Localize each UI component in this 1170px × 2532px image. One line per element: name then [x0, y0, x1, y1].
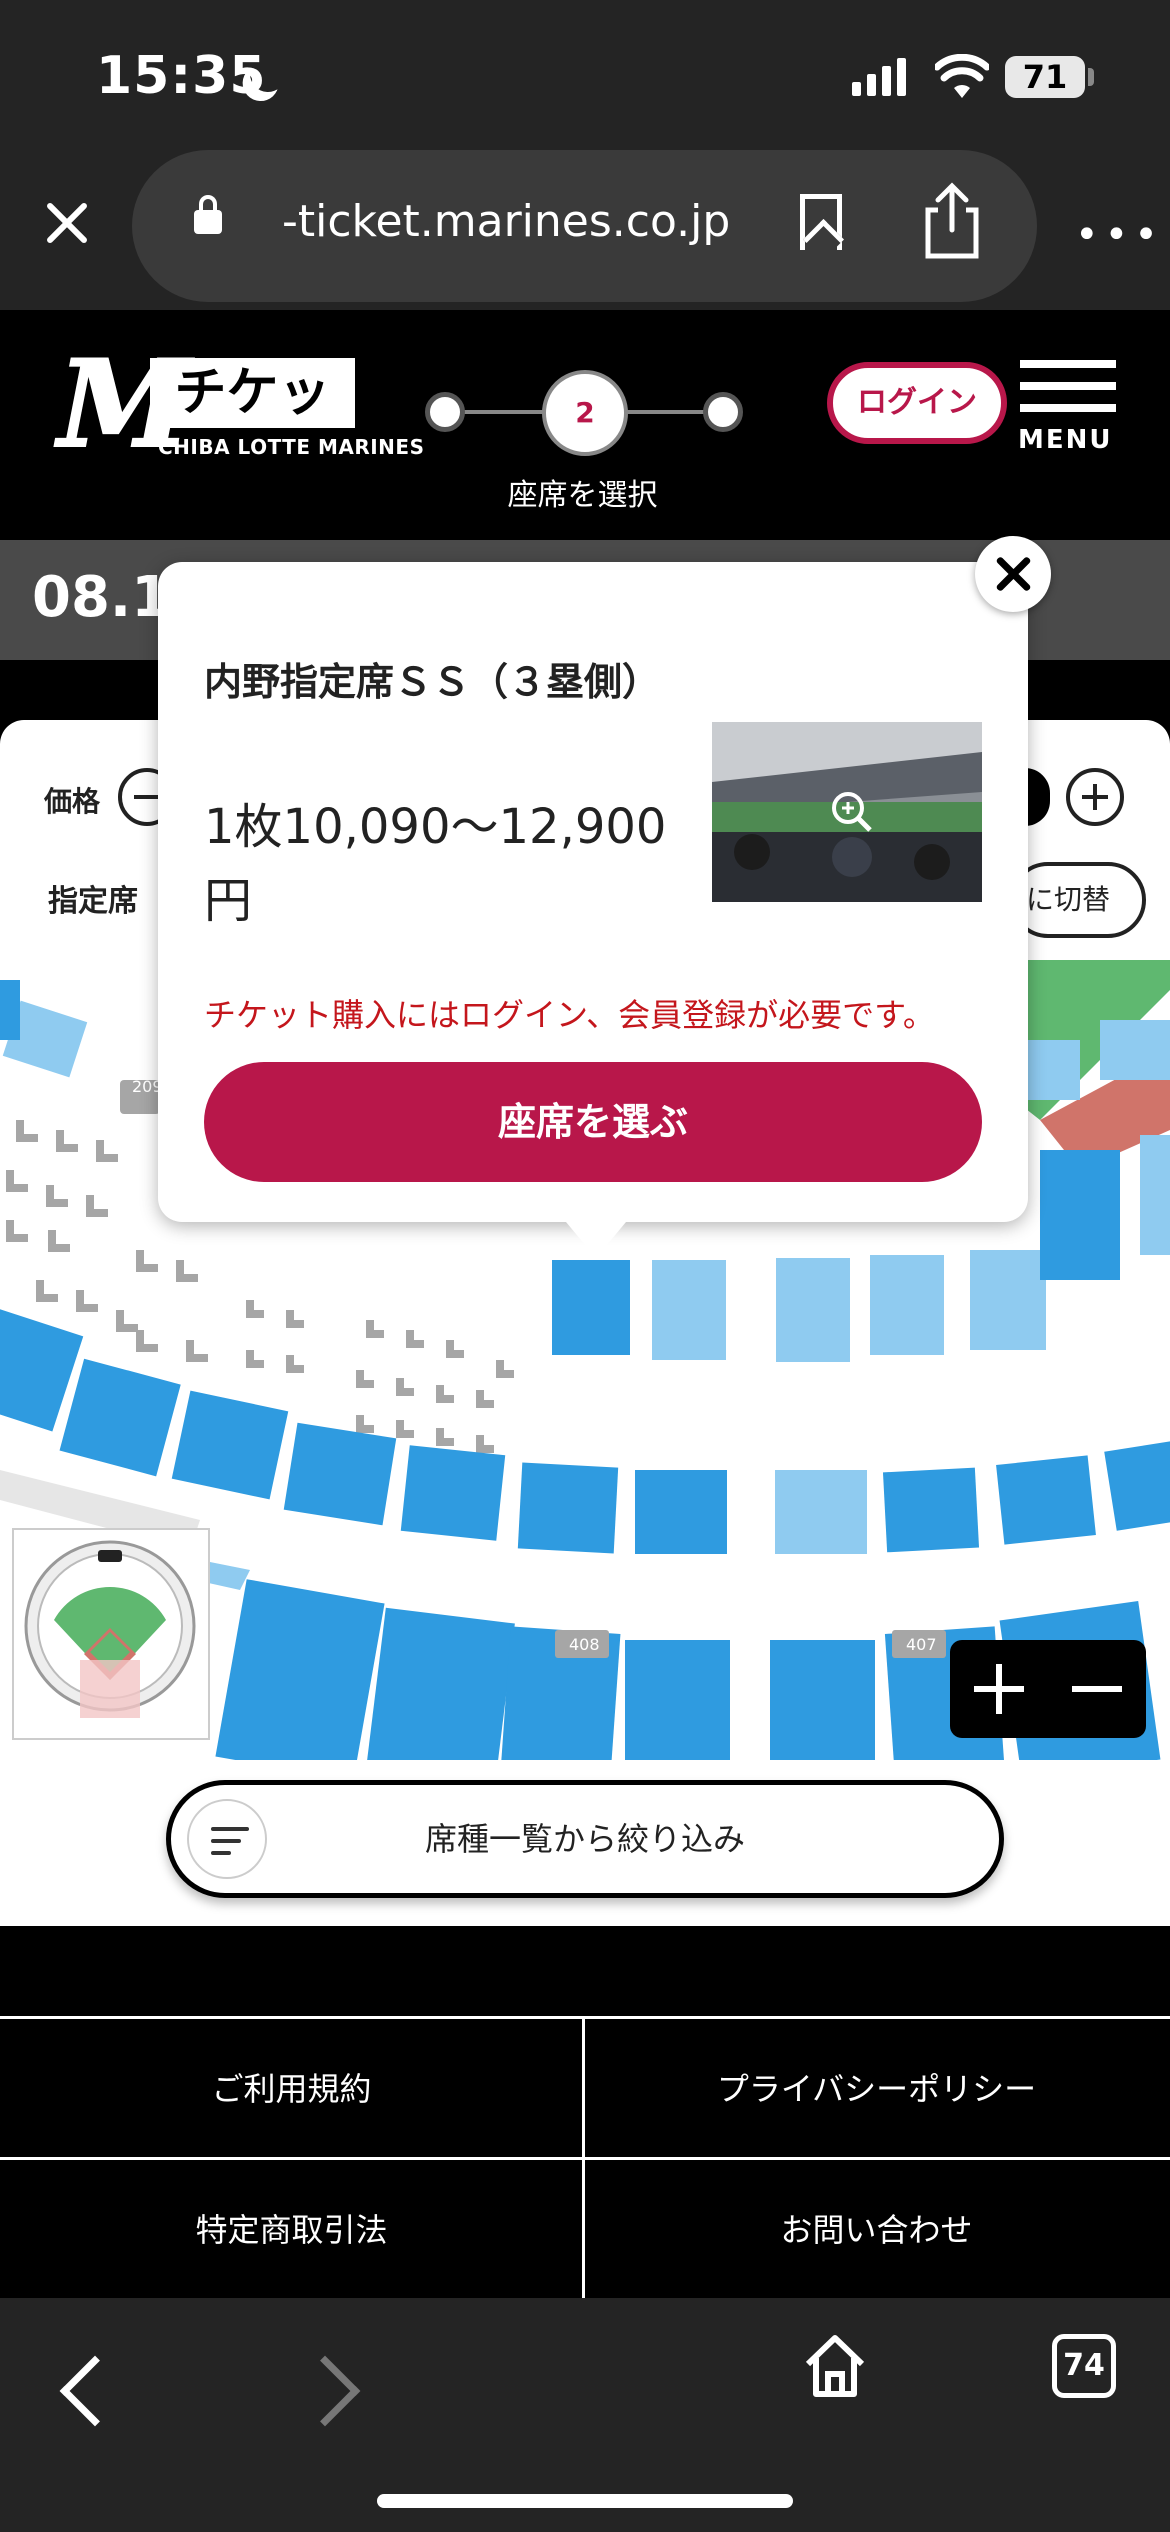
view-switch-button[interactable]: に切替: [1010, 862, 1146, 938]
filter-icon: [187, 1799, 267, 1879]
seat-type-title: 内野指定席ＳＳ（３塁側）: [204, 660, 661, 704]
seat-type-filter-button[interactable]: 席種一覧から絞り込み: [166, 1780, 1004, 1898]
map-zoom-controls: [950, 1640, 1146, 1738]
status-time: 15:35: [96, 46, 267, 106]
choose-seat-button[interactable]: 座席を選ぶ: [204, 1062, 982, 1182]
menu-label[interactable]: MENU: [1018, 425, 1113, 455]
popup-pointer: [556, 1210, 636, 1258]
terms-link[interactable]: ご利用規約: [0, 2019, 583, 2159]
lock-icon: [194, 195, 222, 234]
stadium-minimap[interactable]: [12, 1528, 210, 1740]
battery-tip: [1088, 68, 1094, 86]
step-1-dot: [425, 392, 465, 432]
battery-icon: 71: [1005, 56, 1085, 98]
seat-info-popup: 内野指定席ＳＳ（３塁側） 1枚10,090〜12,900円 チケット購入にはログ…: [158, 562, 1028, 1222]
zoom-out-button[interactable]: [1048, 1640, 1146, 1738]
site-header: M チケット CHIBA LOTTE MARINES 2 座席を選択 ログイン …: [0, 310, 1170, 540]
home-icon[interactable]: [800, 2330, 870, 2400]
step-label: 座席を選択: [507, 478, 658, 513]
home-indicator: [377, 2494, 793, 2508]
price-increase-button[interactable]: [1066, 768, 1124, 826]
zoom-in-button[interactable]: [950, 1640, 1048, 1738]
more-options-icon[interactable]: •••: [1075, 212, 1164, 258]
seat-type-filter-label: 席種一覧から絞り込み: [424, 1820, 745, 1858]
menu-icon[interactable]: [1020, 360, 1116, 426]
login-required-note: チケット購入にはログイン、会員登録が必要です。: [204, 996, 935, 1034]
site-footer: ご利用規約 プライバシーポリシー 特定商取引法 お問い合わせ: [0, 2016, 1170, 2301]
seat-price: 1枚10,090〜12,900円: [204, 799, 667, 930]
logo-ticket-text[interactable]: チケット: [150, 358, 355, 493]
section-label-408: 408: [569, 1635, 600, 1654]
login-button[interactable]: ログイン: [827, 362, 1007, 444]
step-current: 2: [542, 370, 628, 456]
commerce-law-link[interactable]: 特定商取引法: [0, 2160, 583, 2300]
stadium-photo-image: [712, 722, 982, 902]
browser-toolbar: 74: [0, 2298, 1170, 2532]
step-3-dot: [703, 392, 743, 432]
seat-type-label: 指定席: [48, 884, 138, 919]
bookmark-icon[interactable]: [800, 194, 842, 250]
forward-icon[interactable]: [289, 2355, 361, 2427]
close-browser-icon[interactable]: [36, 192, 96, 252]
seat-view-photo[interactable]: [712, 722, 982, 902]
privacy-link[interactable]: プライバシーポリシー: [585, 2019, 1168, 2159]
stadium-icon: [24, 1540, 196, 1718]
address-bar[interactable]: -ticket.marines.co.jp: [132, 150, 1037, 302]
popup-close-icon[interactable]: [975, 536, 1051, 612]
back-icon[interactable]: [59, 2355, 131, 2427]
wifi-icon: [935, 54, 989, 98]
logo-subtitle: CHIBA LOTTE MARINES: [158, 435, 425, 459]
tabs-icon[interactable]: 74: [1052, 2334, 1116, 2398]
status-bar: 15:35 71: [0, 0, 1170, 150]
section-label-407: 407: [906, 1635, 937, 1654]
contact-link[interactable]: お問い合わせ: [585, 2160, 1168, 2300]
signal-icon: [852, 58, 906, 96]
share-icon[interactable]: [922, 180, 982, 260]
seat-filter-area: 席種一覧から絞り込み: [0, 1760, 1170, 1926]
game-date: 08.1: [32, 565, 171, 630]
browser-url-row: -ticket.marines.co.jp: [0, 150, 1170, 310]
price-filter-label: 価格: [44, 785, 101, 818]
url-text: -ticket.marines.co.jp: [282, 196, 731, 247]
